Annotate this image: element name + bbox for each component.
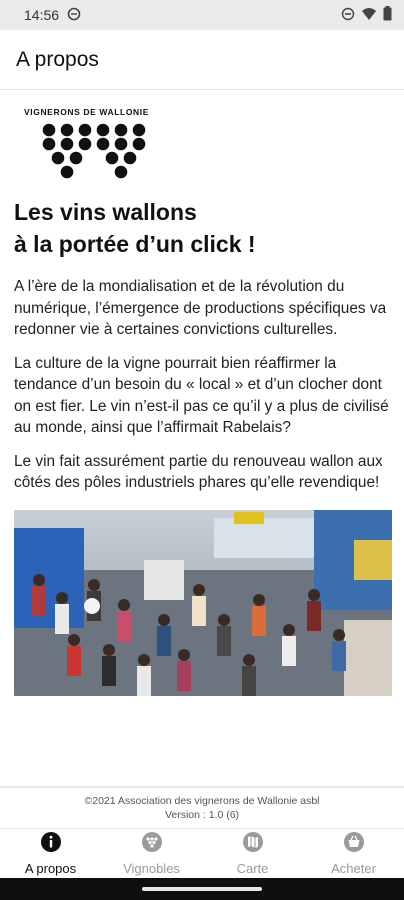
bottom-navigation: A propos Vignobles Carte Acheter xyxy=(0,828,404,878)
app-bar: A propos xyxy=(0,30,404,90)
nav-item-a-propos[interactable]: A propos xyxy=(0,829,101,878)
status-time: 14:56 xyxy=(24,7,60,23)
footer: ©2021 Association des vignerons de Wallo… xyxy=(0,786,404,828)
home-gesture-handle[interactable] xyxy=(142,887,262,891)
status-left: 14:56 xyxy=(24,7,81,24)
nav-item-vignobles[interactable]: Vignobles xyxy=(101,829,202,878)
status-bar: 14:56 xyxy=(0,0,404,30)
logo-text: VIGNERONS DE WALLONIE xyxy=(24,107,149,117)
about-content[interactable]: VIGNERONS DE WALLONIE Les vins wallons à… xyxy=(0,90,404,785)
nav-label: Vignobles xyxy=(123,861,180,876)
nav-label: A propos xyxy=(24,861,77,876)
page-title: A propos xyxy=(16,47,99,71)
paragraph: A l’ère de la mondialisation et de la ré… xyxy=(14,278,387,338)
basket-icon xyxy=(343,831,365,858)
grape-dots xyxy=(42,123,146,179)
gesture-bar xyxy=(0,878,404,900)
wifi-icon xyxy=(361,7,377,24)
info-icon xyxy=(40,831,62,858)
headline: Les vins wallons à la portée d’un click … xyxy=(14,196,390,260)
nav-label: Carte xyxy=(236,861,269,876)
status-right xyxy=(341,6,392,24)
headline-line-1: Les vins wallons xyxy=(14,199,197,225)
data-saver-icon xyxy=(67,7,81,24)
map-icon xyxy=(242,831,264,858)
do-not-disturb-icon xyxy=(341,7,355,24)
paragraph: Le vin fait assurément partie du renouve… xyxy=(14,452,383,492)
nav-label: Acheter xyxy=(331,861,376,876)
version-text: Version : 1.0 (6) xyxy=(164,809,240,821)
nav-item-carte[interactable]: Carte xyxy=(202,829,303,878)
vineyard-icon xyxy=(141,831,163,858)
headline-line-2: à la portée d’un click ! xyxy=(14,231,256,257)
battery-icon xyxy=(383,6,392,24)
copyright-text: ©2021 Association des vignerons de Wallo… xyxy=(84,795,320,807)
nav-item-acheter[interactable]: Acheter xyxy=(303,829,404,878)
paragraph: La culture de la vigne pourrait bien réa… xyxy=(14,354,389,437)
vignerons-logo: VIGNERONS DE WALLONIE xyxy=(24,107,149,179)
crowd-at-wine-fair-photo xyxy=(14,509,392,696)
